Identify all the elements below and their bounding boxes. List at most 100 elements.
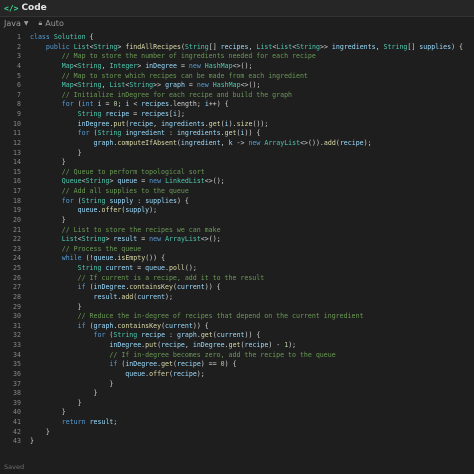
code-line[interactable]: 28 result.add(current); [0, 293, 474, 303]
code-line[interactable]: 35 if (inDegree.get(recipe) == 0) { [0, 360, 474, 370]
code-line[interactable]: 33 inDegree.put(recipe, inDegree.get(rec… [0, 341, 474, 351]
code-line[interactable]: 31 if (graph.containsKey(current)) { [0, 322, 474, 332]
code-line[interactable]: 15 // Queue to perform topological sort [0, 168, 474, 178]
code-text[interactable]: for (String ingredient : ingredients.get… [30, 129, 261, 139]
line-number: 14 [13, 158, 21, 167]
code-line[interactable]: 41 return result; [0, 418, 474, 428]
code-line[interactable]: 39 } [0, 399, 474, 409]
code-text[interactable]: } [30, 380, 113, 390]
line-number: 22 [13, 235, 21, 244]
code-line[interactable]: 34 // If in-degree becomes zero, add the… [0, 351, 474, 361]
code-text[interactable]: Map<String, List<String>> graph = new Ha… [30, 81, 261, 91]
code-text[interactable]: } [30, 437, 34, 447]
code-line[interactable]: 30 // Reduce the in-degree of recipes th… [0, 312, 474, 322]
code-text[interactable]: class Solution { [30, 33, 94, 43]
code-line[interactable]: 9 String recipe = recipes[i]; [0, 110, 474, 120]
window-title: Code [21, 3, 47, 13]
code-line[interactable]: 17 // Add all supplies to the queue [0, 187, 474, 197]
code-text[interactable]: for (String supply : supplies) { [30, 197, 189, 207]
code-line[interactable]: 4 Map<String, Integer> inDegree = new Ha… [0, 62, 474, 72]
line-number: 7 [17, 90, 21, 99]
line-number: 39 [13, 398, 21, 407]
code-text[interactable]: inDegree.put(recipe, ingredients.get(i).… [30, 120, 269, 130]
code-line[interactable]: 22 List<String> result = new ArrayList<>… [0, 235, 474, 245]
language-dropdown[interactable]: Java ▼ [4, 19, 29, 28]
code-text[interactable]: result.add(current); [30, 293, 173, 303]
code-line[interactable]: 8 for (int i = 0; i < recipes.length; i+… [0, 100, 474, 110]
code-line[interactable]: 42 } [0, 428, 474, 438]
code-line[interactable]: 29 } [0, 303, 474, 313]
code-line[interactable]: 13 } [0, 149, 474, 159]
code-text[interactable]: // If in-degree becomes zero, add the re… [30, 351, 335, 361]
code-text[interactable]: Queue<String> queue = new LinkedList<>()… [30, 177, 225, 187]
code-line[interactable]: 40 } [0, 408, 474, 418]
code-text[interactable]: if (inDegree.get(recipe) == 0) { [30, 360, 236, 370]
code-text[interactable]: } [30, 399, 82, 409]
code-text[interactable]: // Initialize inDegree for each recipe a… [30, 91, 292, 101]
code-line[interactable]: 12 graph.computeIfAbsent(ingredient, k -… [0, 139, 474, 149]
code-line[interactable]: 16 Queue<String> queue = new LinkedList<… [0, 177, 474, 187]
code-line[interactable]: 36 queue.offer(recipe); [0, 370, 474, 380]
code-line[interactable]: 11 for (String ingredient : ingredients.… [0, 129, 474, 139]
code-line[interactable]: 18 for (String supply : supplies) { [0, 197, 474, 207]
code-line[interactable]: 10 inDegree.put(recipe, ingredients.get(… [0, 120, 474, 130]
code-text[interactable]: // Process the queue [30, 245, 141, 255]
code-text[interactable]: String current = queue.poll(); [30, 264, 197, 274]
code-line[interactable]: 21 // List to store the recipes we can m… [0, 226, 474, 236]
code-line[interactable]: 27 if (inDegree.containsKey(current)) { [0, 283, 474, 293]
code-line[interactable]: 37 } [0, 380, 474, 390]
code-line[interactable]: 3 // Map to store the number of ingredie… [0, 52, 474, 62]
code-line[interactable]: 32 for (String recipe : graph.get(curren… [0, 331, 474, 341]
code-text[interactable]: // Map to store which recipes can be mad… [30, 72, 308, 82]
code-text[interactable]: graph.computeIfAbsent(ingredient, k -> n… [30, 139, 372, 149]
code-text[interactable]: Map<String, Integer> inDegree = new Hash… [30, 62, 253, 72]
code-text[interactable]: // Map to store the number of ingredient… [30, 52, 316, 62]
code-text[interactable]: } [30, 389, 98, 399]
code-text[interactable]: public List<String> findAllRecipes(Strin… [30, 43, 463, 53]
code-line[interactable]: 6 Map<String, List<String>> graph = new … [0, 81, 474, 91]
code-line[interactable]: 1 class Solution { [0, 33, 474, 43]
code-line[interactable]: 24 while (!queue.isEmpty()) { [0, 254, 474, 264]
code-text[interactable]: String recipe = recipes[i]; [30, 110, 185, 120]
line-number: 8 [17, 100, 21, 109]
line-number: 25 [13, 264, 21, 272]
code-text[interactable]: List<String> result = new ArrayList<>(); [30, 235, 221, 245]
code-text[interactable]: return result; [30, 418, 118, 428]
code-text[interactable]: } [30, 408, 66, 418]
code-text[interactable]: // Reduce the in-degree of recipes that … [30, 312, 364, 322]
code-text[interactable]: // Add all supplies to the queue [30, 187, 189, 197]
line-number: 40 [13, 408, 21, 417]
code-text[interactable]: if (inDegree.containsKey(current)) { [30, 283, 221, 293]
code-text[interactable]: while (!queue.isEmpty()) { [30, 254, 165, 264]
code-line[interactable]: 19 queue.offer(supply); [0, 206, 474, 216]
code-text[interactable]: for (String recipe : graph.get(current))… [30, 331, 261, 341]
code-line[interactable]: 43} [0, 437, 474, 447]
code-line[interactable]: 20 } [0, 216, 474, 226]
code-text[interactable]: } [30, 303, 82, 313]
code-line[interactable]: 25 String current = queue.poll(); [0, 264, 474, 274]
line-number: 4 [17, 61, 21, 70]
line-number: 24 [13, 254, 21, 263]
code-text[interactable]: // List to store the recipes we can make [30, 226, 221, 236]
code-text[interactable]: inDegree.put(recipe, inDegree.get(recipe… [30, 341, 296, 351]
code-text[interactable]: if (graph.containsKey(current)) { [30, 322, 209, 332]
code-text[interactable]: queue.offer(supply); [30, 206, 157, 216]
code-text[interactable]: } [30, 428, 50, 438]
code-line[interactable]: 14 } [0, 158, 474, 168]
code-line[interactable]: 23 // Process the queue [0, 245, 474, 255]
code-text[interactable]: } [30, 158, 66, 168]
code-line[interactable]: 5 // Map to store which recipes can be m… [0, 72, 474, 82]
code-text[interactable]: queue.offer(recipe); [30, 370, 204, 380]
code-line[interactable]: 26 // If current is a recipe, add it to … [0, 274, 474, 284]
code-text[interactable]: // If current is a recipe, add it to the… [30, 274, 265, 284]
code-line[interactable]: 38 } [0, 389, 474, 399]
code-text[interactable]: } [30, 149, 82, 159]
code-text[interactable]: for (int i = 0; i < recipes.length; i++)… [30, 100, 229, 110]
mode-toggle[interactable]: 🔒︎ Auto [39, 19, 64, 28]
code-editor[interactable]: 1 class Solution {2 public List<String> f… [0, 33, 474, 455]
window-header: </> Code [0, 0, 474, 17]
code-text[interactable]: } [30, 216, 66, 226]
code-line[interactable]: 7 // Initialize inDegree for each recipe… [0, 91, 474, 101]
code-text[interactable]: // Queue to perform topological sort [30, 168, 205, 178]
code-line[interactable]: 2 public List<String> findAllRecipes(Str… [0, 43, 474, 53]
